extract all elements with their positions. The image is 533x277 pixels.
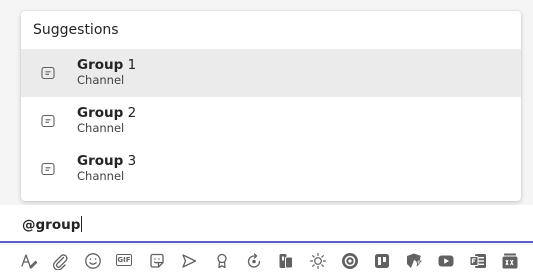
suggestion-title-rest: 1 [123,57,137,73]
message-input-value: @group [22,217,81,233]
suggestion-title-rest: 3 [123,153,137,169]
channel-icon [41,66,55,80]
message-input[interactable]: @group [0,205,533,243]
sticker-icon[interactable] [148,252,166,270]
weather-icon[interactable] [309,252,327,270]
forms-icon[interactable] [469,252,487,270]
suggestions-popover: Suggestions Group 1 Channel Group 2 Chan… [21,11,521,201]
suggestion-title: Group 2 [77,106,136,121]
suggestion-subtitle: Channel [77,169,125,183]
planner-icon[interactable] [373,252,391,270]
gif-icon[interactable]: GIF [116,252,134,270]
gif-label: GIF [116,254,132,266]
suggestion-title-match: Group [77,153,124,169]
message-input-text: @group [22,216,83,233]
suggestion-text: Group 2 Channel [77,106,136,136]
meet-now-icon[interactable] [180,252,198,270]
suggestion-subtitle: Channel [77,121,125,135]
compose-toolbar: GIF [0,245,533,277]
format-icon[interactable] [20,252,38,270]
text-caret [81,216,83,232]
stream-icon[interactable] [501,252,519,270]
praise-icon[interactable] [213,252,231,270]
suggestion-title: Group 1 [77,58,136,73]
power-automate-icon[interactable] [405,252,423,270]
channel-icon [41,114,55,128]
emoji-icon[interactable] [84,252,102,270]
suggestion-title: Group 3 [77,154,136,169]
suggestions-header: Suggestions [33,22,119,38]
channel-icon [41,162,55,176]
suggestion-title-rest: 2 [123,105,137,121]
loop-icon[interactable] [245,252,263,270]
suggestion-text: Group 3 Channel [77,154,136,184]
suggestion-item[interactable]: Group 2 Channel [21,97,521,145]
approvals-icon[interactable] [277,252,295,270]
attach-icon[interactable] [51,252,69,270]
app-circle-icon[interactable] [341,252,359,270]
suggestion-item[interactable]: Group 1 Channel [21,49,521,97]
suggestion-title-match: Group [77,105,124,121]
suggestion-title-match: Group [77,57,124,73]
suggestion-item[interactable]: Group 3 Channel [21,145,521,193]
compose-area: Suggestions Group 1 Channel Group 2 Chan… [0,0,533,277]
suggestion-subtitle: Channel [77,73,125,87]
youtube-icon[interactable] [437,252,455,270]
suggestion-text: Group 1 Channel [77,58,136,88]
